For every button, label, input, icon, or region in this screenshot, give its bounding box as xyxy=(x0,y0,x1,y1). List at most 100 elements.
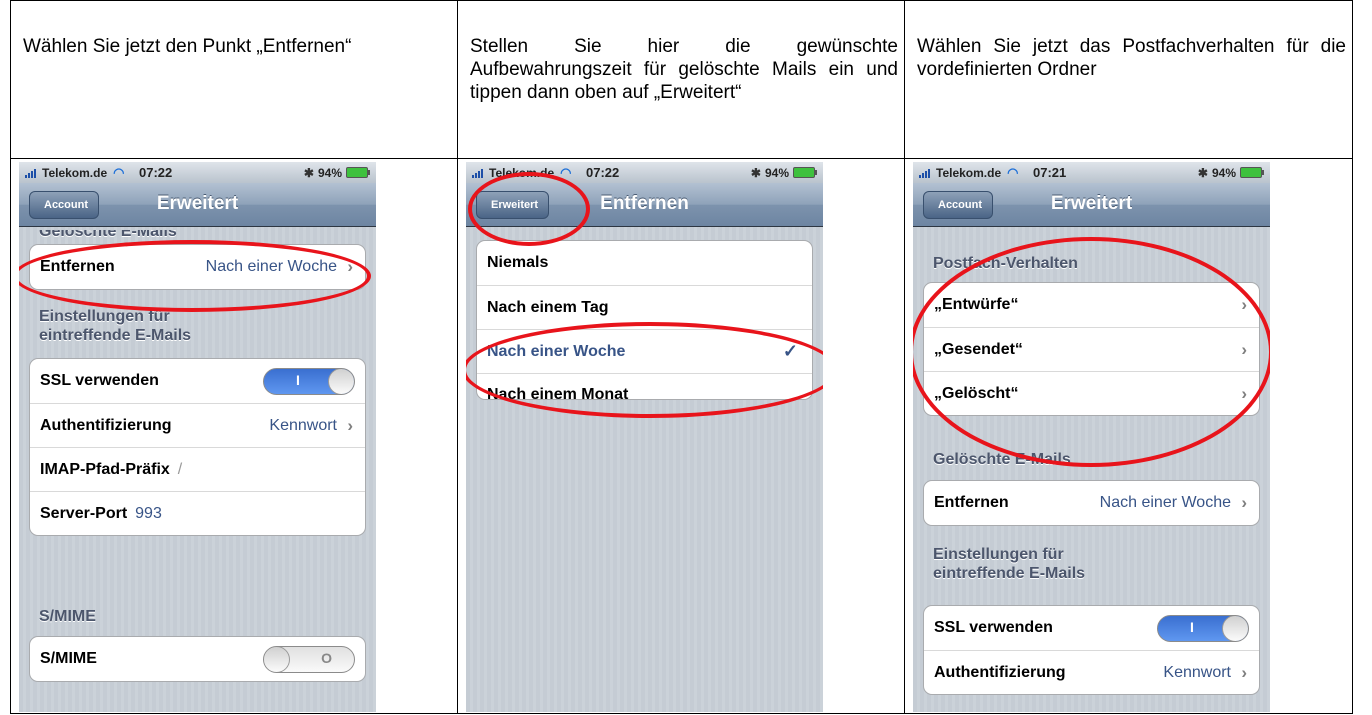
section-header-incoming: Einstellungen für eintreffende E-Mails xyxy=(933,545,1085,583)
group-smime: S/MIME O xyxy=(29,636,366,682)
smime-row: S/MIME O xyxy=(30,637,365,681)
chevron-right-icon: › xyxy=(347,415,353,435)
row-value: Kennwort xyxy=(1163,663,1231,681)
row-value: / xyxy=(177,460,183,478)
navigation-bar: Account Erweitert xyxy=(913,183,1270,227)
toggle-label: I xyxy=(1190,618,1194,635)
chevron-right-icon: › xyxy=(1241,339,1247,359)
section-line: Einstellungen für xyxy=(933,546,1064,563)
remove-row[interactable]: Entfernen Nach einer Woche › xyxy=(924,481,1259,525)
carrier-name: Telekom.de xyxy=(489,165,555,180)
row-label: „Entwürfe“ xyxy=(934,296,1019,313)
battery-icon xyxy=(1240,167,1264,178)
instruction-text: Stellen Sie hier die gewünschte Aufbewah… xyxy=(470,36,898,103)
screenshot-cell-3: Telekom.de ◠ 07:21 ✱ 94% Account Erweiter… xyxy=(904,158,1353,714)
ssl-toggle[interactable]: I xyxy=(263,367,355,395)
trash-row[interactable]: „Gelöscht“ › xyxy=(924,371,1259,415)
screenshot-cell-2: Telekom.de ◠ 07:22 ✱ 94% Erweitert Entfer… xyxy=(457,158,905,714)
row-label: Authentifizierung xyxy=(40,416,172,434)
clock: 07:21 xyxy=(1033,165,1067,180)
group-remove-options: Niemals Nach einem Tag Nach einer Woche ✓… xyxy=(476,240,813,400)
auth-row[interactable]: Authentifizierung Kennwort › xyxy=(30,403,365,447)
battery-icon xyxy=(793,167,817,178)
status-bar: Telekom.de ◠ 07:22 ✱ 94% xyxy=(466,162,823,183)
wifi-icon: ◠ xyxy=(560,164,572,180)
section-header-smime: S/MIME xyxy=(39,608,96,625)
carrier-name: Telekom.de xyxy=(42,165,108,180)
row-label: IMAP-Pfad-Präfix xyxy=(40,460,170,478)
carrier: Telekom.de xyxy=(919,166,1001,180)
section-header-deleted: Gelöschte E-Mails xyxy=(933,451,1071,468)
nav-title: Entfernen xyxy=(600,193,689,214)
sent-row[interactable]: „Gesendet“ › xyxy=(924,327,1259,371)
section-header-mailbox: Postfach-Verhalten xyxy=(933,255,1078,272)
row-label: Entfernen xyxy=(40,258,115,275)
remove-row[interactable]: Entfernen Nach einer Woche › xyxy=(30,245,365,289)
instruction-row: Wählen Sie jetzt den Punkt „Entfernen“ S… xyxy=(10,0,1353,159)
status-bar: Telekom.de ◠ 07:21 ✱ 94% xyxy=(913,162,1270,183)
status-right: ✱ 94% xyxy=(750,165,817,180)
row-label: „Gesendet“ xyxy=(934,340,1023,358)
nav-title: Erweitert xyxy=(1050,193,1133,214)
phone-screen: Telekom.de ◠ 07:22 ✱ 94% Erweitert Entfer… xyxy=(466,162,823,712)
row-value: Kennwort xyxy=(269,416,337,434)
status-right: ✱ 94% xyxy=(304,165,370,180)
instruction-cell-3: Wählen Sie jetzt das Postfachverhalten f… xyxy=(904,0,1353,159)
status-right: ✱ 94% xyxy=(1198,165,1264,180)
row-label: Authentifizierung xyxy=(934,663,1066,681)
screenshot-row: Telekom.de ◠ 07:22 ✱ 94% Account Erweiter… xyxy=(10,158,1353,714)
option-one-month[interactable]: Nach einem Monat xyxy=(477,373,812,399)
drafts-row[interactable]: „Entwürfe“ › xyxy=(924,283,1259,327)
status-bar: Telekom.de ◠ 07:22 ✱ 94% xyxy=(19,162,376,183)
server-port-row[interactable]: Server-Port 993 xyxy=(30,491,365,535)
option-one-week[interactable]: Nach einer Woche ✓ xyxy=(477,329,812,373)
instruction-text: Wählen Sie jetzt das Postfachverhalten f… xyxy=(917,36,1346,80)
navigation-bar: Erweitert Entfernen xyxy=(466,183,823,227)
chevron-right-icon: › xyxy=(1241,662,1247,682)
section-line: eintreffende E-Mails xyxy=(39,327,192,344)
signal-icon xyxy=(472,168,486,178)
row-label: „Gelöscht“ xyxy=(934,384,1019,402)
group-incoming: SSL verwenden I Authentifizierung Kennwort… xyxy=(923,605,1260,695)
option-never[interactable]: Niemals xyxy=(477,241,812,285)
wifi-icon: ◠ xyxy=(1007,164,1019,180)
row-value: Nach einer Woche xyxy=(1099,494,1231,511)
battery-percent: 94% xyxy=(764,165,789,180)
row-value: Nach einer Woche xyxy=(205,258,337,275)
smime-toggle[interactable]: O xyxy=(263,645,355,673)
row-value: 993 xyxy=(135,504,162,522)
toggle-label: O xyxy=(321,649,332,666)
carrier: Telekom.de xyxy=(472,166,554,180)
group-deleted: Entfernen Nach einer Woche › xyxy=(29,244,366,290)
phone-screen: Telekom.de ◠ 07:21 ✱ 94% Account Erweiter… xyxy=(913,162,1270,712)
chevron-right-icon: › xyxy=(1241,295,1247,314)
row-label: S/MIME xyxy=(40,650,97,667)
battery-percent: 94% xyxy=(317,165,342,180)
toggle-knob xyxy=(328,368,354,394)
row-label: SSL verwenden xyxy=(40,372,159,389)
clock: 07:22 xyxy=(586,165,620,180)
instruction-table: Wählen Sie jetzt den Punkt „Entfernen“ S… xyxy=(10,0,1353,714)
bluetooth-icon: ✱ xyxy=(750,165,761,180)
imap-prefix-row[interactable]: IMAP-Pfad-Präfix / xyxy=(30,447,365,491)
row-label: Server-Port xyxy=(40,504,128,522)
row-label: Entfernen xyxy=(934,494,1009,511)
section-header-incoming: Einstellungen für eintreffende E-Mails xyxy=(39,307,191,345)
carrier: Telekom.de xyxy=(25,166,107,180)
ssl-row: SSL verwenden I xyxy=(30,359,365,403)
instruction-text: Wählen Sie jetzt den Punkt „Entfernen“ xyxy=(23,36,352,57)
group-deleted: Entfernen Nach einer Woche › xyxy=(923,480,1260,526)
ssl-row: SSL verwenden I xyxy=(924,606,1259,650)
ssl-toggle[interactable]: I xyxy=(1157,614,1249,642)
option-one-day[interactable]: Nach einem Tag xyxy=(477,285,812,329)
instruction-cell-2: Stellen Sie hier die gewünschte Aufbewah… xyxy=(457,0,905,159)
signal-icon xyxy=(25,168,39,178)
toggle-label: I xyxy=(296,371,300,388)
battery-icon xyxy=(346,167,370,178)
carrier-name: Telekom.de xyxy=(936,165,1002,180)
chevron-right-icon: › xyxy=(1241,383,1247,403)
phone-screen: Telekom.de ◠ 07:22 ✱ 94% Account Erweiter… xyxy=(19,162,376,712)
chevron-right-icon: › xyxy=(347,257,353,276)
auth-row[interactable]: Authentifizierung Kennwort › xyxy=(924,650,1259,694)
battery-percent: 94% xyxy=(1211,165,1236,180)
